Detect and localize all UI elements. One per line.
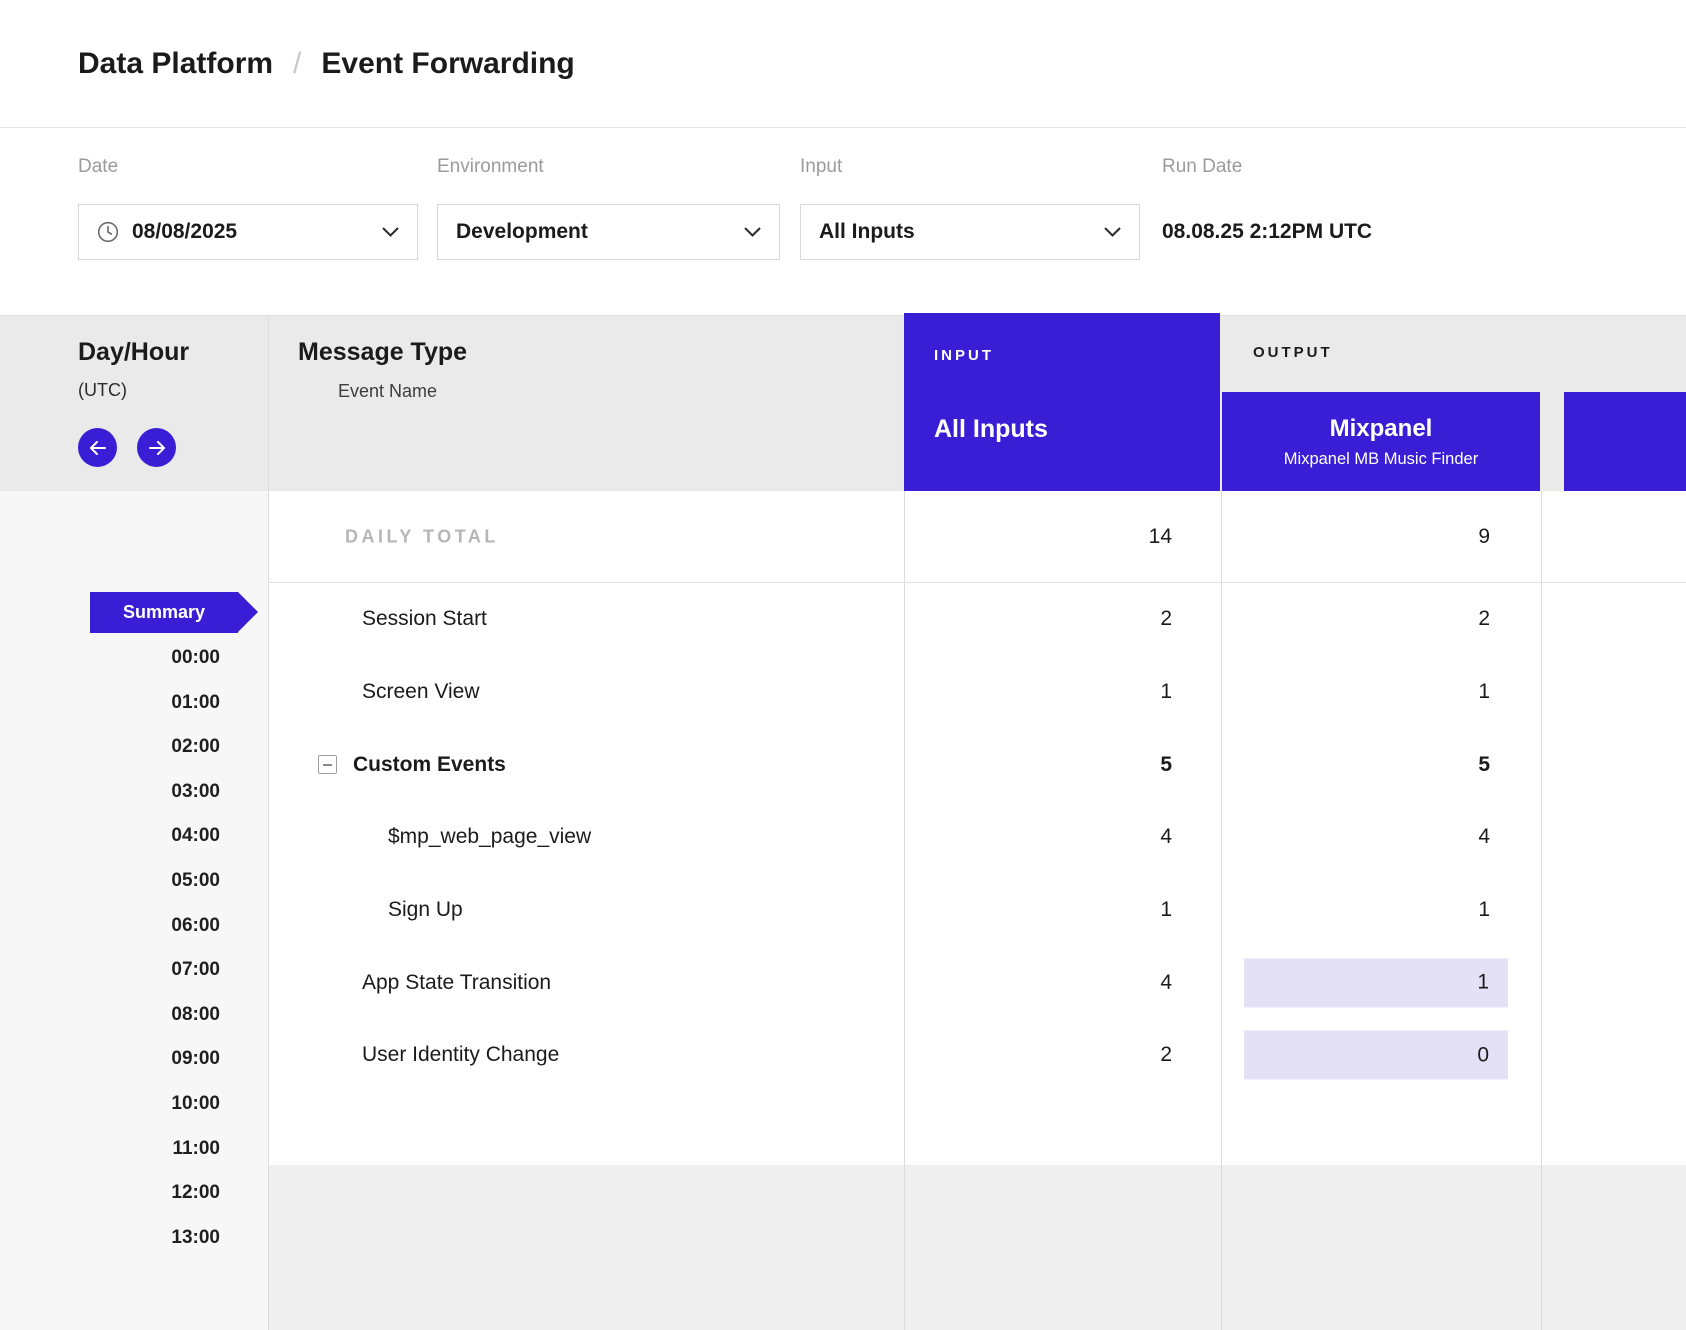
- output-count-highlighted: 0: [1244, 1031, 1508, 1080]
- hour-item[interactable]: 10:00: [0, 1082, 220, 1127]
- hour-item[interactable]: 00:00: [0, 636, 220, 681]
- output-column-header-mixpanel[interactable]: Mixpanel Mixpanel MB Music Finder: [1222, 392, 1540, 491]
- output-column-header-partial[interactable]: [1564, 392, 1686, 491]
- next-day-button[interactable]: [137, 428, 176, 467]
- hour-item[interactable]: 05:00: [0, 859, 220, 904]
- event-name: Session Start: [362, 607, 487, 631]
- output-column-subtitle: Mixpanel MB Music Finder: [1284, 450, 1478, 469]
- hour-item[interactable]: 11:00: [0, 1127, 220, 1172]
- date-select-value: 08/08/2025: [132, 220, 237, 244]
- hour-item[interactable]: 01:00: [0, 681, 220, 726]
- hour-item[interactable]: 07:00: [0, 948, 220, 993]
- environment-select[interactable]: Development: [437, 204, 780, 260]
- hour-item[interactable]: 13:00: [0, 1216, 220, 1261]
- table-row: $mp_web_page_view 4 4: [268, 801, 1686, 874]
- event-name: Sign Up: [388, 898, 463, 922]
- top-bar: Data Platform / Event Forwarding: [0, 0, 1686, 128]
- run-date-value: 08.08.25 2:12PM UTC: [1162, 204, 1372, 260]
- event-rows: Session Start 2 2 Screen View 1 1 Custom…: [268, 583, 1686, 1092]
- output-column-title: Mixpanel: [1330, 415, 1433, 443]
- input-count: 4: [1160, 971, 1172, 995]
- daily-total-input-count: 14: [1149, 525, 1172, 549]
- daily-total-row: DAILY TOTAL 14 9: [268, 491, 1686, 583]
- event-name-subheader: Event Name: [338, 381, 437, 402]
- input-count: 4: [1160, 825, 1172, 849]
- previous-day-button[interactable]: [78, 428, 117, 467]
- input-count: 1: [1160, 898, 1172, 922]
- input-kicker: INPUT: [934, 347, 994, 364]
- hour-item[interactable]: 04:00: [0, 814, 220, 859]
- arrow-right-icon: [148, 441, 166, 455]
- daily-total-label: DAILY TOTAL: [345, 526, 499, 547]
- input-select[interactable]: All Inputs: [800, 204, 1140, 260]
- hour-item[interactable]: 02:00: [0, 725, 220, 770]
- chevron-down-icon: [382, 227, 399, 237]
- input-filter-label: Input: [800, 156, 842, 178]
- day-navigation: [78, 428, 176, 467]
- breadcrumb: Data Platform / Event Forwarding: [78, 0, 575, 128]
- table-row: Sign Up 1 1: [268, 874, 1686, 947]
- table-row: App State Transition 4 1: [268, 946, 1686, 1019]
- output-count: 1: [1478, 898, 1490, 922]
- output-count: 5: [1478, 753, 1490, 777]
- minus-square-icon[interactable]: [318, 755, 337, 774]
- output-count-highlighted: 1: [1244, 958, 1508, 1007]
- input-column-header: INPUT All Inputs: [904, 313, 1220, 491]
- date-filter-label: Date: [78, 156, 118, 178]
- output-kicker: OUTPUT: [1253, 344, 1333, 361]
- summary-badge[interactable]: Summary: [90, 592, 238, 633]
- breadcrumb-separator: /: [293, 47, 301, 81]
- daily-total-output-count: 9: [1478, 525, 1490, 549]
- input-count: 5: [1160, 753, 1172, 777]
- message-type-header: Message Type: [298, 338, 467, 367]
- input-count: 1: [1160, 680, 1172, 704]
- event-name: User Identity Change: [362, 1043, 559, 1067]
- arrow-left-icon: [89, 441, 107, 455]
- hour-item[interactable]: 08:00: [0, 993, 220, 1038]
- hour-item[interactable]: 03:00: [0, 770, 220, 815]
- event-name: $mp_web_page_view: [388, 825, 591, 849]
- table-row: Screen View 1 1: [268, 656, 1686, 729]
- chevron-down-icon: [1104, 227, 1121, 237]
- chevron-down-icon: [744, 227, 761, 237]
- table-row: User Identity Change 2 0: [268, 1019, 1686, 1092]
- hour-list: 00:00 01:00 02:00 03:00 04:00 05:00 06:0…: [0, 636, 220, 1260]
- hour-item[interactable]: 06:00: [0, 904, 220, 949]
- clock-icon: [97, 221, 119, 243]
- date-select[interactable]: 08/08/2025: [78, 204, 418, 260]
- run-date-label: Run Date: [1162, 156, 1242, 178]
- event-forwarding-page: Data Platform / Event Forwarding Date En…: [0, 0, 1686, 1330]
- input-select-value: All Inputs: [819, 220, 915, 244]
- table-row: Custom Events 5 5: [268, 728, 1686, 801]
- input-count: 2: [1160, 607, 1172, 631]
- output-count: 1: [1478, 680, 1490, 704]
- hour-item[interactable]: 12:00: [0, 1171, 220, 1216]
- event-name: Screen View: [362, 680, 480, 704]
- input-count: 2: [1160, 1043, 1172, 1067]
- day-hour-header: Day/Hour: [78, 338, 189, 367]
- input-column-title: All Inputs: [934, 415, 1048, 444]
- table-footer-background: [268, 1165, 1686, 1330]
- output-count: 2: [1478, 607, 1490, 631]
- event-group-name: Custom Events: [353, 753, 506, 777]
- output-count: 4: [1478, 825, 1490, 849]
- event-name: App State Transition: [362, 971, 551, 995]
- day-hour-timezone: (UTC): [78, 380, 127, 401]
- environment-filter-label: Environment: [437, 156, 544, 178]
- table-row: Session Start 2 2: [268, 583, 1686, 656]
- hour-item[interactable]: 09:00: [0, 1037, 220, 1082]
- event-group: Custom Events: [318, 753, 506, 777]
- environment-select-value: Development: [456, 220, 588, 244]
- page-title: Event Forwarding: [321, 47, 574, 81]
- breadcrumb-section[interactable]: Data Platform: [78, 47, 273, 81]
